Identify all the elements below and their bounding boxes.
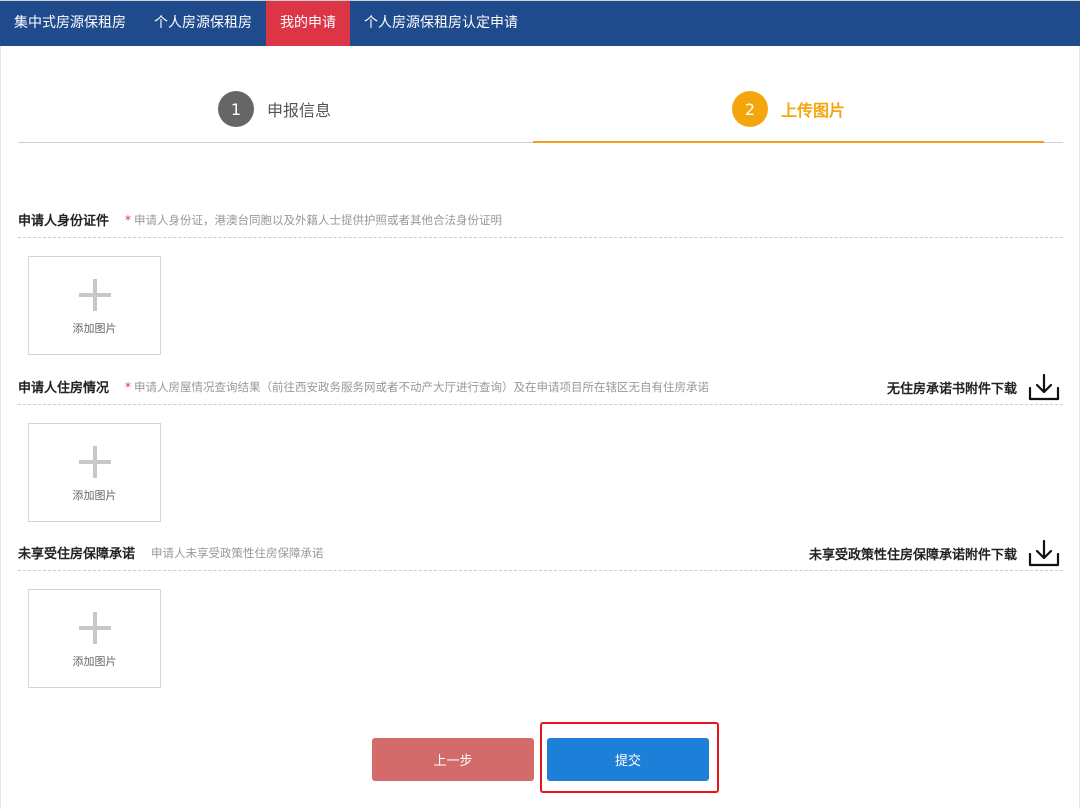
submit-button[interactable]: 提交: [547, 738, 709, 781]
step-number: 2: [732, 91, 768, 127]
required-mark: *: [125, 379, 132, 394]
hint-text: 申请人身份证，港澳台同胞以及外籍人士提供护照或者其他合法身份证明: [134, 212, 503, 227]
plus-icon: [79, 279, 111, 311]
download-link[interactable]: 未享受政策性住房保障承诺附件下载: [809, 544, 1017, 563]
hint-text: 申请人房屋情况查询结果（前往西安政务服务网或者不动产大厅进行查询）及在申请项目所…: [134, 379, 710, 394]
required-mark: *: [125, 212, 132, 227]
section-id-documents-header: 申请人身份证件 * 申请人身份证，港澳台同胞以及外籍人士提供护照或者其他合法身份证…: [18, 202, 1063, 238]
content-frame: [0, 46, 1080, 809]
add-image-label: 添加图片: [72, 322, 117, 335]
section-title: 申请人身份证件: [18, 214, 110, 229]
section-hint: * 申请人房屋情况查询结果（前往西安政务服务网或者不动产大厅进行查询）及在申请项目…: [125, 379, 709, 395]
step-upload-images[interactable]: 2 上传图片: [732, 91, 845, 127]
download-link[interactable]: 无住房承诺书附件下载: [887, 378, 1017, 397]
tab-centralized-housing[interactable]: 集中式房源保租房: [0, 1, 140, 46]
download-no-housing-pledge: 无住房承诺书附件下载: [887, 369, 1061, 405]
plus-icon: [79, 612, 111, 644]
step-active-underline: [533, 141, 1044, 143]
top-navbar: 集中式房源保租房 个人房源保租房 我的申请 个人房源保租房认定申请: [0, 0, 1080, 46]
add-image-label: 添加图片: [72, 655, 117, 668]
add-image-button[interactable]: 添加图片: [28, 423, 161, 522]
plus-icon: [79, 446, 111, 478]
step-declare-info[interactable]: 1 申报信息: [218, 91, 331, 127]
download-icon[interactable]: [1027, 372, 1061, 402]
download-icon[interactable]: [1027, 538, 1061, 568]
step-indicator: 1 申报信息 2 上传图片: [18, 46, 1063, 143]
section-no-subsidy-pledge-header: 未享受住房保障承诺 申请人未享受政策性住房保障承诺 未享受政策性住房保障承诺附件…: [18, 535, 1063, 571]
tab-my-applications[interactable]: 我的申请: [266, 1, 350, 46]
section-hint: 申请人未享受政策性住房保障承诺: [151, 545, 324, 560]
step-number: 1: [218, 91, 254, 127]
previous-step-button[interactable]: 上一步: [372, 738, 534, 781]
tab-personal-housing-certification[interactable]: 个人房源保租房认定申请: [350, 1, 532, 46]
section-housing-status-header: 申请人住房情况 * 申请人房屋情况查询结果（前往西安政务服务网或者不动产大厅进行查…: [18, 369, 1063, 405]
add-image-button[interactable]: 添加图片: [28, 256, 161, 355]
tab-personal-housing[interactable]: 个人房源保租房: [140, 1, 266, 46]
section-title: 未享受住房保障承诺: [18, 547, 136, 562]
add-image-button[interactable]: 添加图片: [28, 589, 161, 688]
step-label: 申报信息: [267, 101, 332, 120]
section-title: 申请人住房情况: [18, 381, 110, 396]
section-hint: * 申请人身份证，港澳台同胞以及外籍人士提供护照或者其他合法身份证明: [125, 212, 502, 228]
step-label: 上传图片: [781, 101, 846, 120]
download-no-subsidy-pledge: 未享受政策性住房保障承诺附件下载: [809, 535, 1061, 571]
add-image-label: 添加图片: [72, 489, 117, 502]
